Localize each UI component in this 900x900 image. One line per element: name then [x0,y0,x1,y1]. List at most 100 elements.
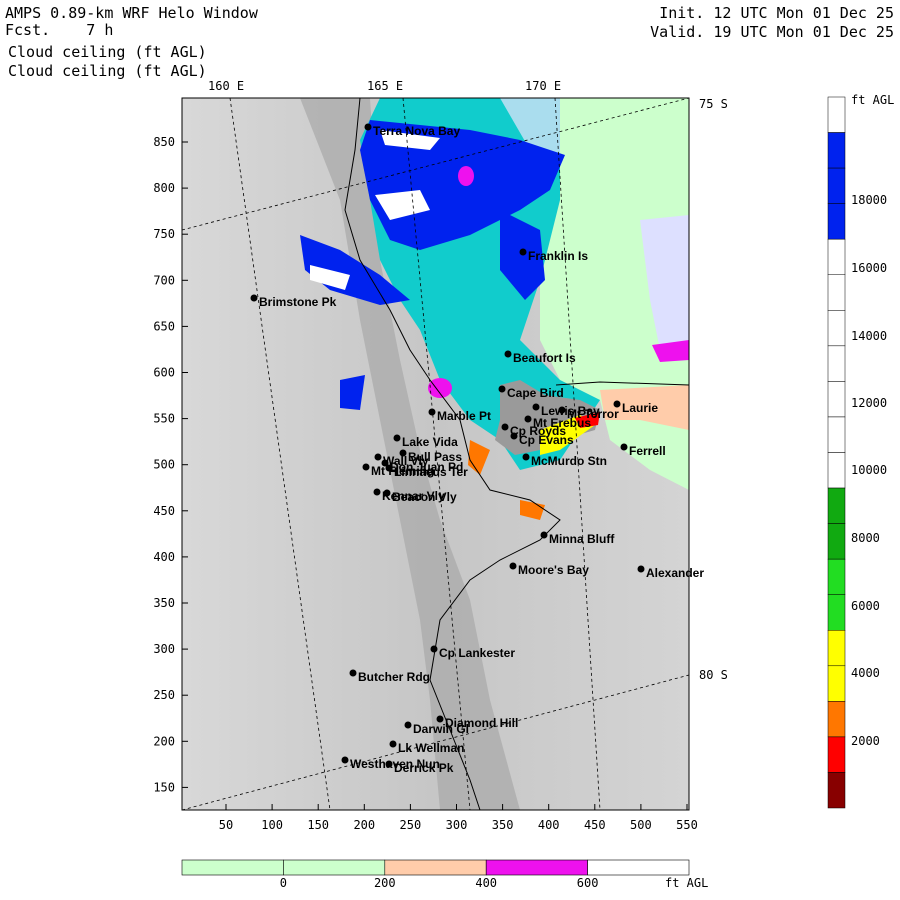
station-dot [637,565,645,573]
y-tick-label: 750 [153,227,175,241]
station-label: Ferrell [629,444,666,458]
y-tick-label: 500 [153,458,175,472]
station-label: Linnaeus Ter [394,465,468,479]
station-dot [540,531,548,539]
colorbar-right-segment [827,203,846,240]
x-tick-label: 300 [446,818,468,832]
y-axis-ticks: 850 800 750 700 650 600 550 500 450 400 350 300 250 2… [153,135,188,794]
station-dot [374,453,382,461]
station-label: Cp Lankester [439,646,515,660]
lat-label-80: 80 S [699,668,728,682]
colorbar-right-segment [827,594,846,631]
y-tick-label: 350 [153,596,175,610]
station-dot [428,408,436,416]
station-label: Alexander [646,566,704,580]
colorbar-right-segment [827,452,846,489]
y-tick-label: 150 [153,780,175,794]
colorbar-right-label: 16000 [851,261,887,275]
colorbar-right-label: 12000 [851,396,887,410]
colorbar-right-segment [827,416,846,453]
colorbar-bottom-label: 600 [577,876,599,890]
lon-label-165: 165 E [367,79,403,93]
station-dot [364,123,372,131]
station-dot [501,423,509,431]
colorbar-bottom-segment [283,859,386,876]
station-label: Moore's Bay [518,563,589,577]
colorbar-right-segment [827,310,846,347]
station-label: Lake Vida [402,435,458,449]
station-dot [532,403,540,411]
station-dot [498,385,506,393]
station-dot [393,434,401,442]
x-tick-label: 350 [492,818,514,832]
field-magenta-1 [458,166,474,186]
colorbar-right-segment [827,167,846,204]
lon-label-170: 170 E [525,79,561,93]
station-dot [522,453,530,461]
station-label: Beacon Vly [392,490,457,504]
station-dot [383,489,391,497]
x-tick-label: 500 [630,818,652,832]
station-label: Derrick Pk [394,761,454,775]
colorbar-right-segment [827,345,846,382]
station-label: Brimstone Pk [259,295,337,309]
y-tick-label: 250 [153,688,175,702]
y-tick-label: 850 [153,135,175,149]
station-dot [504,350,512,358]
station-label: Minna Bluff [549,532,615,546]
x-tick-label: 550 [676,818,698,832]
station-label: Mt Erebus [533,416,591,430]
y-tick-label: 200 [153,734,175,748]
colorbar-right-segment [827,558,846,595]
station-dot [509,562,517,570]
colorbar-right-label: 8000 [851,531,880,545]
station-dot [362,463,370,471]
x-tick-label: 250 [400,818,422,832]
y-tick-label: 650 [153,319,175,333]
colorbar-right-label: 2000 [851,734,880,748]
y-tick-label: 400 [153,550,175,564]
station-dot [341,756,349,764]
x-tick-label: 50 [219,818,233,832]
x-tick-label: 400 [538,818,560,832]
colorbar-bottom-label: 200 [374,876,396,890]
colorbar-right-segment [827,523,846,560]
y-tick-label: 300 [153,642,175,656]
colorbar-right-segment [827,701,846,738]
colorbar-right-segment [827,487,846,524]
station-label: Beaufort Is [513,351,576,365]
x-tick-label: 150 [307,818,329,832]
colorbar-right: 18000 16000 14000 12000 10000 8000 6000 4000 200… [827,96,887,809]
colorbar-right-label: 10000 [851,463,887,477]
colorbar-right-segment [827,630,846,667]
station-label: Marble Pt [437,409,491,423]
station-dot [385,464,393,472]
station-label: Cp Evans [519,433,574,447]
x-tick-label: 100 [261,818,283,832]
colorbar-right-unit: ft AGL [851,93,894,107]
y-tick-label: 800 [153,181,175,195]
colorbar-bottom: 0 200 400 600 [181,859,690,890]
colorbar-bottom-segment [181,859,284,876]
station-dot [250,294,258,302]
field-magenta-2 [428,378,452,398]
lat-label-75: 75 S [699,97,728,111]
station-label: Franklin Is [528,249,588,263]
colorbar-bottom-segment [587,859,690,876]
colorbar-right-segment [827,665,846,702]
y-tick-label: 600 [153,366,175,380]
colorbar-right-segment [827,772,846,809]
station-dot [620,443,628,451]
station-label: Diamond Hill [445,716,518,730]
station-label: Lk Wellman [398,741,464,755]
colorbar-right-segment [827,132,846,169]
station-dot [389,740,397,748]
colorbar-bottom-unit: ft AGL [665,876,708,890]
station-dot [430,645,438,653]
lon-label-160: 160 E [208,79,244,93]
y-tick-label: 550 [153,412,175,426]
station-dot [399,449,407,457]
station-label: Butcher Rdg [358,670,430,684]
colorbar-right-label: 18000 [851,193,887,207]
x-tick-label: 200 [353,818,375,832]
